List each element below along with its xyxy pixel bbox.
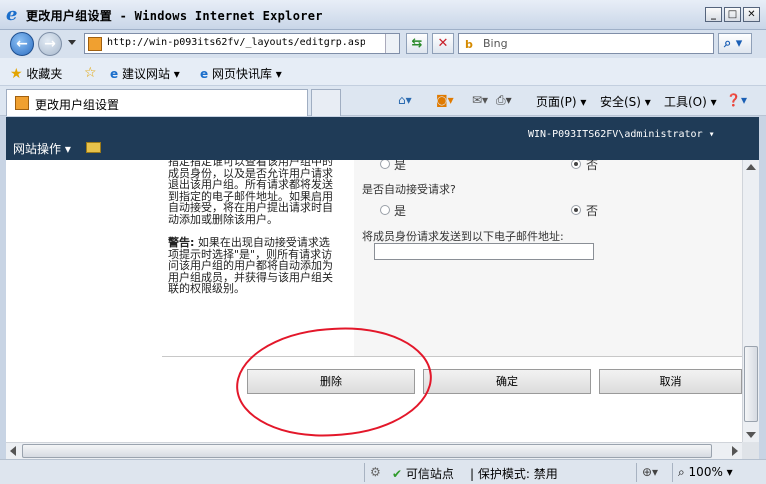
ie-page-icon: e <box>110 67 119 81</box>
add-to-favorites-bar-button[interactable]: ☆ <box>84 65 97 81</box>
auto-accept-no-label: 否 <box>586 204 599 218</box>
suggested-sites-link[interactable]: e 建议网站 ▾ <box>110 65 180 82</box>
print-icon[interactable]: ⎙▾ <box>496 93 512 108</box>
status-separator <box>672 463 673 482</box>
section-description: 指定指定谁可以查看该用户组中的成员身份，以及是否允许用户请求退出该用户组。所有请… <box>168 160 336 307</box>
url-text: http://win-p093its62fv/_layouts/editgrp.… <box>107 37 365 48</box>
status-separator <box>636 463 637 482</box>
favorites-star-icon: ★ <box>10 66 23 82</box>
vertical-scrollbar[interactable] <box>742 160 759 442</box>
address-bar: ← → http://win-p093its62fv/_layouts/edit… <box>0 30 766 58</box>
request-leave-no-label: 否 <box>586 160 599 172</box>
web-slice-gallery-label: 网页快讯库 ▾ <box>211 67 282 81</box>
url-dropdown-button[interactable] <box>385 34 399 53</box>
home-icon[interactable]: ⌂▾ <box>398 93 412 107</box>
settings-panel: 是 否 是否自动接受请求? 是 否 将成员身份请求发送到以下电子邮件地址: <box>354 160 742 356</box>
window-title-bar: e 更改用户组设置 - Windows Internet Explorer _ … <box>0 0 766 30</box>
warning-paragraph: 警告: 如果在出现自动接受请求选项提示时选择"是"，则所有请求访问该用户组的用户… <box>168 237 336 295</box>
page-menu[interactable]: 页面(P) ▾ <box>536 93 586 110</box>
email-address-input[interactable] <box>374 243 594 260</box>
protected-mode-label: 保护模式: 禁用 <box>477 467 558 481</box>
favorites-label: 收藏夹 <box>26 67 63 81</box>
membership-description: 指定指定谁可以查看该用户组中的成员身份，以及是否允许用户请求退出该用户组。所有请… <box>168 160 333 226</box>
auto-accept-no-radio[interactable] <box>571 205 581 215</box>
tools-menu[interactable]: 工具(O) ▾ <box>664 93 717 110</box>
search-input[interactable]: b Bing <box>458 33 714 54</box>
favorites-button[interactable]: ★ 收藏夹 <box>10 65 62 82</box>
email-label: 将成员身份请求发送到以下电子邮件地址: <box>362 230 564 243</box>
user-menu[interactable]: WIN-P093ITS62FV\administrator ▾ <box>528 129 715 140</box>
safety-menu[interactable]: 安全(S) ▾ <box>600 93 651 110</box>
help-icon[interactable]: ❓▾ <box>726 93 747 107</box>
search-placeholder: Bing <box>483 37 508 50</box>
forward-button[interactable]: → <box>38 32 62 56</box>
auto-accept-yes-label: 是 <box>394 204 407 218</box>
tab-current[interactable]: 更改用户组设置 <box>6 89 308 116</box>
request-leave-no-radio[interactable] <box>571 160 581 169</box>
sharepoint-favicon-icon <box>15 96 29 110</box>
zone-globe-icon[interactable]: ⊕▾ <box>642 465 658 479</box>
ie-page-icon: e <box>200 67 209 81</box>
ie-logo-icon: e <box>6 4 18 25</box>
close-window-button[interactable]: ✕ <box>743 7 760 22</box>
request-leave-yes-label: 是 <box>394 160 407 172</box>
recent-pages-dropdown-icon[interactable] <box>68 40 76 45</box>
compatibility-view-button[interactable]: ⇆ <box>406 33 428 54</box>
back-button[interactable]: ← <box>10 32 34 56</box>
sharepoint-header: WIN-P093ITS62FV\administrator ▾ 网站操作 ▾ <box>0 117 766 160</box>
add-favorite-icon: ☆ <box>84 65 97 81</box>
url-field[interactable]: http://win-p093its62fv/_layouts/editgrp.… <box>84 33 400 54</box>
window-frame-right <box>759 117 766 459</box>
web-slice-gallery-link[interactable]: e 网页快讯库 ▾ <box>200 65 282 82</box>
horizontal-scroll-thumb[interactable] <box>22 444 712 458</box>
scrollbar-corner <box>742 442 759 459</box>
scroll-up-icon[interactable] <box>746 164 756 170</box>
new-tab-button[interactable] <box>311 89 341 116</box>
window-title: 更改用户组设置 - Windows Internet Explorer <box>26 9 323 23</box>
trusted-check-icon: ✔ <box>392 467 403 481</box>
tab-title: 更改用户组设置 <box>35 98 120 112</box>
scroll-left-icon[interactable] <box>10 446 16 456</box>
favorites-bar: ★ 收藏夹 ☆ e 建议网站 ▾ e 网页快讯库 ▾ <box>0 58 766 86</box>
minimize-button[interactable]: _ <box>705 7 722 22</box>
suggested-sites-label: 建议网站 ▾ <box>121 67 180 81</box>
bing-icon: b <box>465 38 473 51</box>
tab-command-bar: 更改用户组设置 ⌂▾ ◙▾ ✉▾ ⎙▾ 页面(P) ▾ 安全(S) ▾ 工具(O… <box>0 86 766 116</box>
sharepoint-favicon-icon <box>88 37 102 51</box>
scroll-down-icon[interactable] <box>746 432 756 438</box>
auto-accept-yes-radio[interactable] <box>380 205 390 215</box>
horizontal-scrollbar[interactable] <box>6 442 742 459</box>
auto-accept-question: 是否自动接受请求? <box>362 183 456 196</box>
protected-mode-status: | 保护模式: 禁用 <box>470 467 558 481</box>
stop-button[interactable]: ✕ <box>432 33 454 54</box>
zone-settings-icon[interactable]: ⚙ <box>370 465 381 479</box>
trusted-sites-zone[interactable]: ✔ 可信站点 <box>392 465 454 482</box>
status-bar: ⚙ ✔ 可信站点 | 保护模式: 禁用 ⊕▾ ⌕ 100% ▾ <box>0 459 766 484</box>
site-actions-menu[interactable]: 网站操作 ▾ <box>13 140 71 157</box>
ok-button[interactable]: 确定 <box>423 369 591 394</box>
zoom-level: 100% <box>688 465 723 479</box>
zone-label: 可信站点 <box>405 467 454 481</box>
feeds-icon[interactable]: ◙▾ <box>436 93 454 107</box>
search-button[interactable]: ⌕ ▾ <box>718 33 752 54</box>
scroll-right-icon[interactable] <box>732 446 738 456</box>
zoom-control[interactable]: ⌕ 100% ▾ <box>678 465 733 480</box>
cancel-button[interactable]: 取消 <box>599 369 742 394</box>
vertical-scroll-thumb[interactable] <box>744 346 758 422</box>
status-separator <box>364 463 365 482</box>
navigate-up-folder-icon[interactable] <box>86 142 101 153</box>
mail-icon[interactable]: ✉▾ <box>472 93 488 107</box>
maximize-button[interactable]: □ <box>724 7 741 22</box>
request-leave-yes-radio[interactable] <box>380 160 390 169</box>
